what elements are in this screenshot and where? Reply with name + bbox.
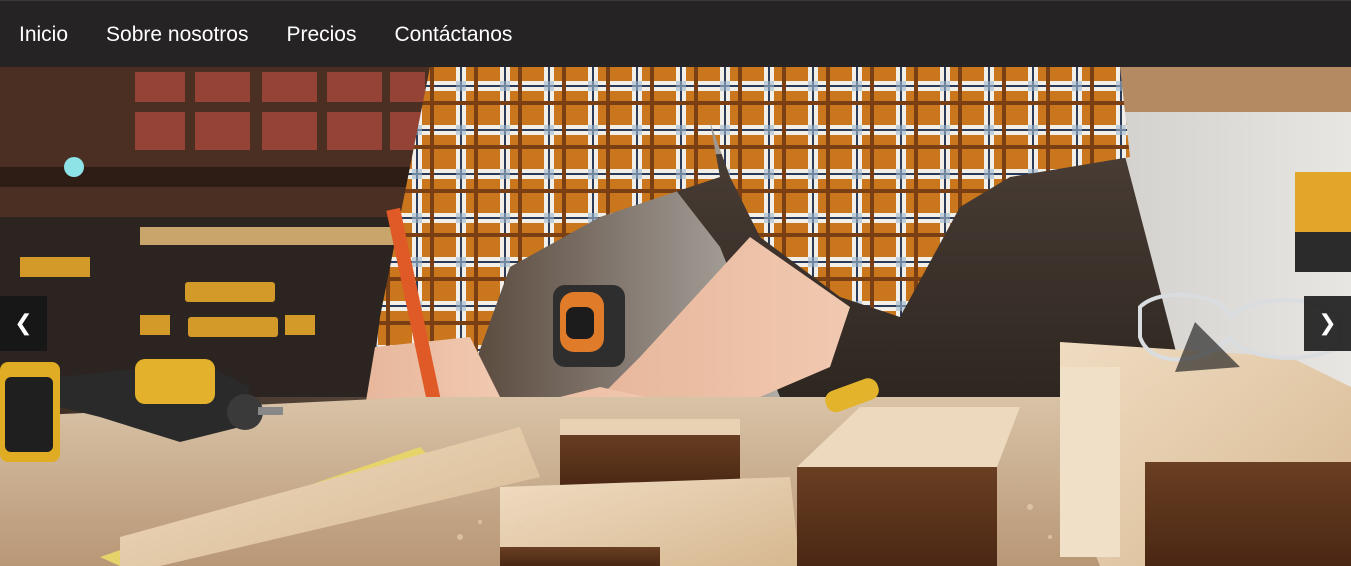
nav-link-sobre-nosotros[interactable]: Sobre nosotros (106, 24, 248, 45)
slider-prev-button[interactable]: ❮ (0, 296, 47, 351)
slider-next-button[interactable]: ❯ (1304, 296, 1351, 351)
hero-slider (0, 67, 1351, 566)
chevron-right-icon: ❯ (1318, 311, 1337, 336)
nav-link-precios[interactable]: Precios (286, 24, 356, 45)
hero-image-carpenter-workshop (0, 67, 1351, 566)
nav-link-inicio[interactable]: Inicio (19, 24, 68, 45)
chevron-left-icon: ❮ (14, 311, 33, 336)
nav-link-contactanos[interactable]: Contáctanos (394, 24, 512, 45)
top-navbar: Inicio Sobre nosotros Precios Contáctano… (0, 0, 1351, 67)
